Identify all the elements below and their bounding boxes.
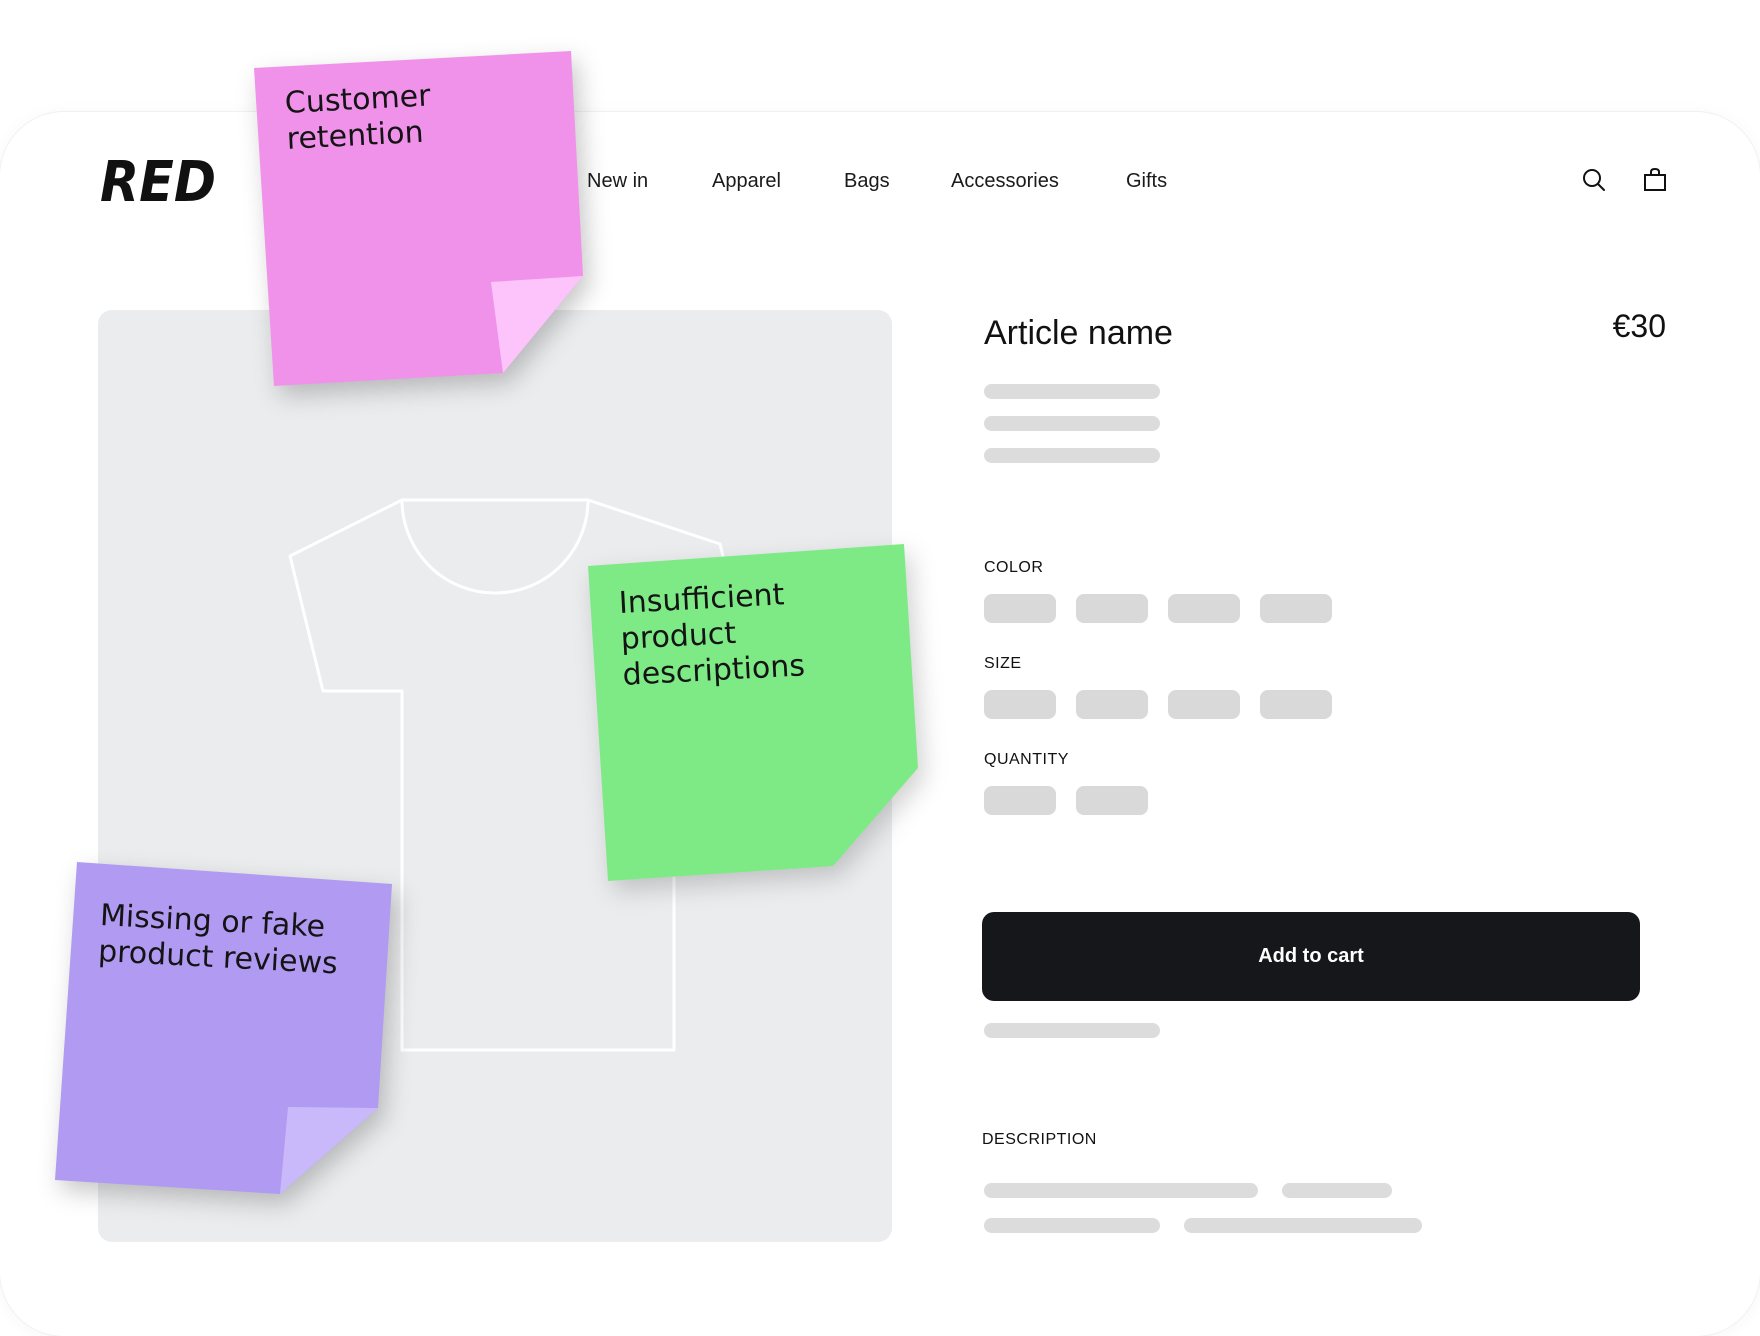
description-label: DESCRIPTION <box>982 1131 1097 1148</box>
brand-logo[interactable]: RED <box>100 155 220 207</box>
placeholder-line <box>984 1218 1160 1233</box>
placeholder-line <box>984 384 1160 399</box>
product-price: €30 <box>1612 308 1666 344</box>
placeholder-line <box>1282 1183 1392 1198</box>
placeholder-line <box>984 1183 1258 1198</box>
sticky-note-insufficient-descriptions[interactable]: Insufficient product descriptions <box>588 544 920 882</box>
size-option[interactable] <box>984 690 1056 719</box>
sticky-note-missing-reviews[interactable]: Missing or fake product reviews <box>55 862 395 1196</box>
product-title: Article name <box>984 314 1173 352</box>
size-option[interactable] <box>1260 690 1332 719</box>
sticky-note-text: Customer retention <box>284 78 432 157</box>
logo-text: RED <box>100 155 216 207</box>
size-option[interactable] <box>1168 690 1240 719</box>
sticky-note-customer-retention[interactable]: Customer retention <box>250 46 586 386</box>
nav-item-apparel[interactable]: Apparel <box>712 170 781 193</box>
placeholder-line <box>984 448 1160 463</box>
nav-item-accessories[interactable]: Accessories <box>951 170 1059 193</box>
sticky-note-text: Insufficient product descriptions <box>618 577 806 693</box>
nav-item-bags[interactable]: Bags <box>844 170 890 193</box>
size-label: SIZE <box>984 655 1022 672</box>
search-icon[interactable] <box>1581 167 1607 193</box>
color-option[interactable] <box>1076 594 1148 623</box>
placeholder-line <box>984 1023 1160 1038</box>
add-to-cart-button[interactable]: Add to cart <box>982 912 1640 1001</box>
add-to-cart-label: Add to cart <box>1258 945 1364 967</box>
color-option[interactable] <box>984 594 1056 623</box>
placeholder-line <box>1184 1218 1422 1233</box>
sticky-note-text: Missing or fake product reviews <box>97 898 339 982</box>
quantity-option[interactable] <box>984 786 1056 815</box>
size-option[interactable] <box>1076 690 1148 719</box>
quantity-label: QUANTITY <box>984 751 1069 768</box>
nav-item-gifts[interactable]: Gifts <box>1126 170 1167 193</box>
color-option[interactable] <box>1260 594 1332 623</box>
color-option[interactable] <box>1168 594 1240 623</box>
placeholder-line <box>984 416 1160 431</box>
nav-item-new-in[interactable]: New in <box>587 170 648 193</box>
quantity-option[interactable] <box>1076 786 1148 815</box>
color-label: COLOR <box>984 559 1044 576</box>
shopping-bag-icon[interactable] <box>1642 167 1668 193</box>
